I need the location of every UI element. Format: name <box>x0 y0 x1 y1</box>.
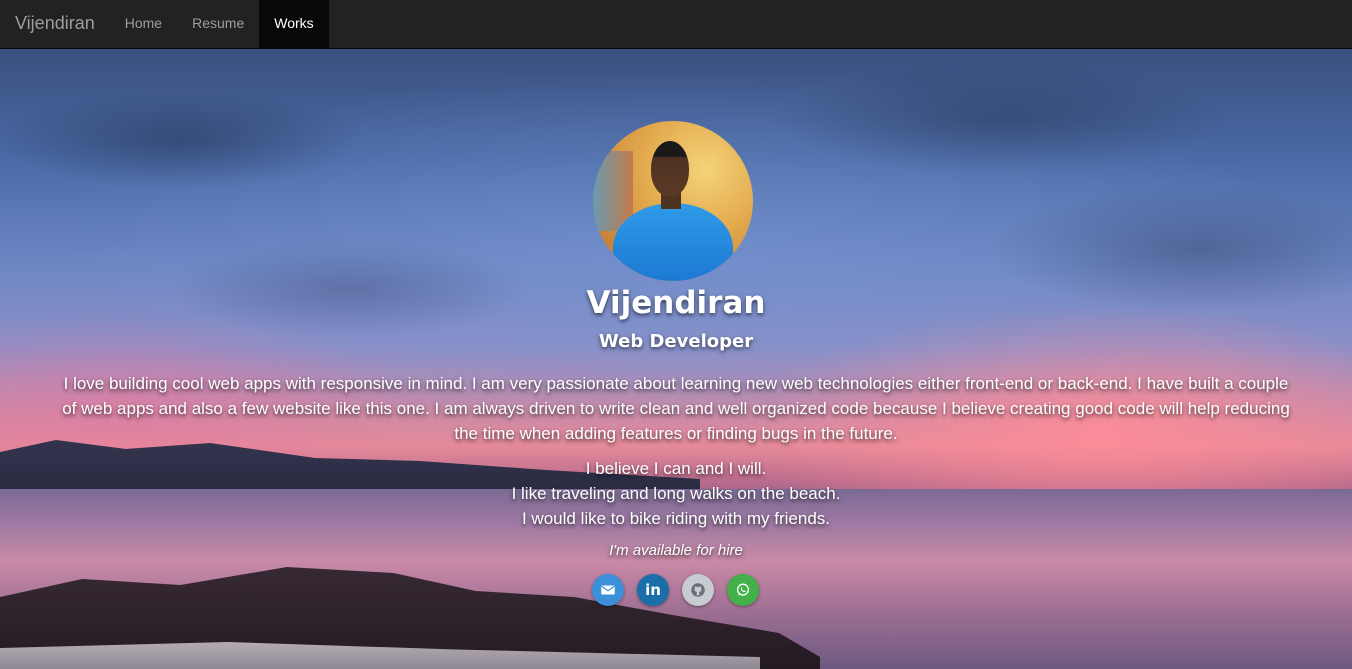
github-button[interactable] <box>682 574 714 606</box>
nav-item-works[interactable]: Works <box>259 0 329 49</box>
whatsapp-button[interactable] <box>727 574 759 606</box>
profile-section: Vijendiran Web Developer I love building… <box>0 49 1352 669</box>
brand-link[interactable]: Vijendiran <box>0 0 110 49</box>
profile-avatar <box>593 121 753 281</box>
belief-line: I would like to bike riding with my frie… <box>521 509 831 528</box>
beliefs-list: I believe I can and I will. I like trave… <box>0 456 1352 531</box>
profile-name: Vijendiran <box>586 285 766 321</box>
whatsapp-icon <box>736 583 750 596</box>
top-navbar: Vijendiran Home Resume Works <box>0 0 1352 49</box>
email-button[interactable] <box>592 574 624 606</box>
avatar-shirt <box>613 203 733 281</box>
profile-title: Web Developer <box>598 331 754 352</box>
belief-line: I like traveling and long walks on the b… <box>511 484 841 503</box>
github-icon <box>691 583 705 597</box>
social-links: in <box>592 574 762 606</box>
nav-item-resume[interactable]: Resume <box>177 0 259 49</box>
profile-bio: I love building cool web apps with respo… <box>62 374 1290 443</box>
envelope-icon <box>601 585 615 595</box>
availability-text: I'm available for hire <box>609 542 743 559</box>
belief-line: I believe I can and I will. <box>585 459 767 478</box>
linkedin-icon: in <box>645 581 661 599</box>
avatar-head <box>651 141 689 196</box>
linkedin-button[interactable]: in <box>637 574 669 606</box>
nav-item-home[interactable]: Home <box>110 0 177 49</box>
